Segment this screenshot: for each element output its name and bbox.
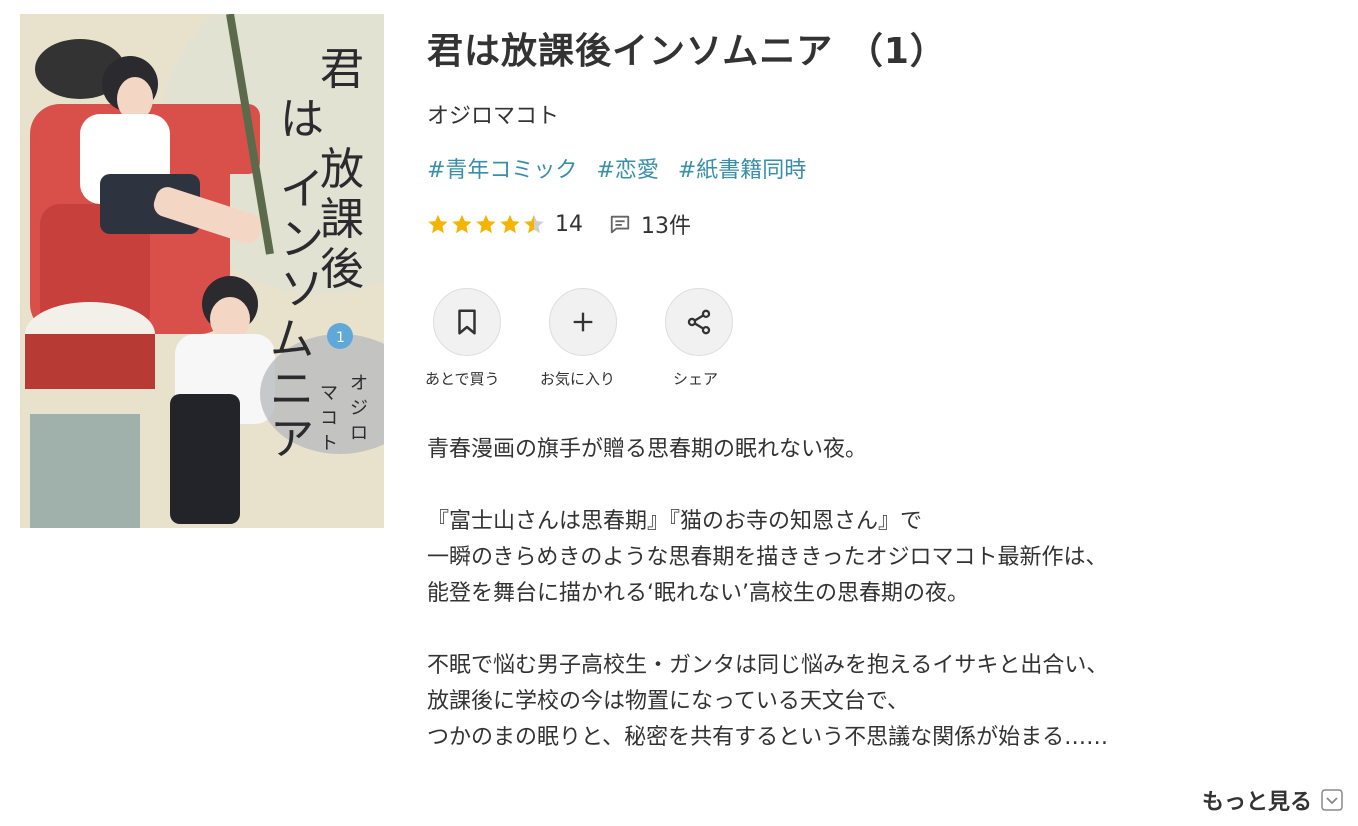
- description-line: 青春漫画の旗手が贈る思春期の眠れない夜。: [427, 437, 868, 462]
- favorite-circle[interactable]: [549, 288, 617, 356]
- share-label: シェア: [673, 370, 719, 388]
- book-description: 青春漫画の旗手が贈る思春期の眠れない夜。 『富士山さんは思春期』『猫のお寺の知恩…: [427, 432, 1108, 756]
- svg-text:ジ: ジ: [350, 398, 368, 419]
- share-icon: [687, 309, 711, 335]
- description-line: つかのまの眠りと、秘密を共有するという不思議な関係が始まる……: [427, 725, 1109, 750]
- share-circle[interactable]: [665, 288, 733, 356]
- favorite-button[interactable]: お気に入り: [540, 288, 665, 389]
- cover-illustration: 君 は 放 課 後 イ ン ソ ム ニ ア 1 オジロ マコト: [20, 14, 384, 528]
- description-line: 不眠で悩む男子高校生・ガンタは同じ悩みを抱えるイサキと出合い、: [427, 653, 1109, 678]
- description-line: 一瞬のきらめきのような思春期を描ききったオジロマコト最新作は、: [427, 545, 1108, 570]
- show-more-label: もっと見る: [1201, 790, 1312, 815]
- buy-later-label: あとで買う: [425, 370, 500, 388]
- svg-text:1: 1: [336, 330, 345, 346]
- svg-text:ロ: ロ: [350, 423, 368, 444]
- svg-text:課: 課: [320, 194, 364, 245]
- book-title: 君は放課後インソムニア （1）: [427, 31, 947, 72]
- tag-seinen-comic[interactable]: #青年コミック: [427, 158, 577, 183]
- rating-count: 14: [555, 211, 583, 237]
- star-full-icon: [452, 214, 472, 234]
- tag-list: #青年コミック #恋愛 #紙書籍同時: [427, 152, 818, 184]
- svg-text:オ: オ: [350, 373, 368, 394]
- star-half-icon: [524, 214, 544, 234]
- description-line: 能登を舞台に描かれる‘眠れない’高校生の思春期の夜。: [427, 581, 969, 606]
- favorite-label: お気に入り: [540, 370, 616, 388]
- bookmark-icon: [458, 309, 476, 335]
- svg-text:は: は: [280, 94, 324, 145]
- comment-icon: [610, 215, 630, 234]
- star-rating: [427, 213, 545, 235]
- svg-text:放: 放: [320, 144, 364, 195]
- svg-text:コ: コ: [320, 408, 338, 429]
- star-full-icon: [500, 214, 520, 234]
- action-buttons: あとで買う お気に入り シェア: [425, 288, 781, 389]
- star-full-icon: [428, 214, 448, 234]
- tag-romance[interactable]: #恋愛: [596, 158, 658, 183]
- chevron-down-icon: [1321, 789, 1343, 811]
- rating-row[interactable]: 14 13件: [427, 208, 691, 240]
- svg-text:ニ: ニ: [270, 364, 314, 415]
- svg-text:ン: ン: [280, 214, 324, 265]
- share-button[interactable]: シェア: [665, 288, 781, 389]
- star-full-icon: [476, 214, 496, 234]
- description-line: 放課後に学校の今は物置になっている天文台で、: [427, 689, 910, 714]
- svg-text:後: 後: [320, 244, 364, 295]
- book-author[interactable]: オジロマコト: [427, 98, 559, 130]
- tag-print-simultaneous[interactable]: #紙書籍同時: [678, 158, 806, 183]
- book-cover-image[interactable]: 君 は 放 課 後 イ ン ソ ム ニ ア 1 オジロ マコト: [20, 14, 384, 528]
- description-line: 『富士山さんは思春期』『猫のお寺の知恩さん』で: [427, 509, 923, 534]
- buy-later-circle[interactable]: [433, 288, 501, 356]
- svg-text:ア: ア: [270, 414, 314, 465]
- review-count: 13件: [641, 214, 691, 239]
- svg-text:ム: ム: [270, 314, 314, 365]
- svg-text:君: 君: [320, 44, 364, 95]
- svg-text:ト: ト: [320, 433, 338, 454]
- svg-text:イ: イ: [280, 164, 324, 215]
- show-more-button[interactable]: もっと見る: [1202, 784, 1344, 816]
- buy-later-button[interactable]: あとで買う: [425, 288, 549, 389]
- svg-text:マ: マ: [320, 383, 338, 404]
- svg-text:ソ: ソ: [280, 264, 324, 315]
- plus-icon: [573, 312, 593, 332]
